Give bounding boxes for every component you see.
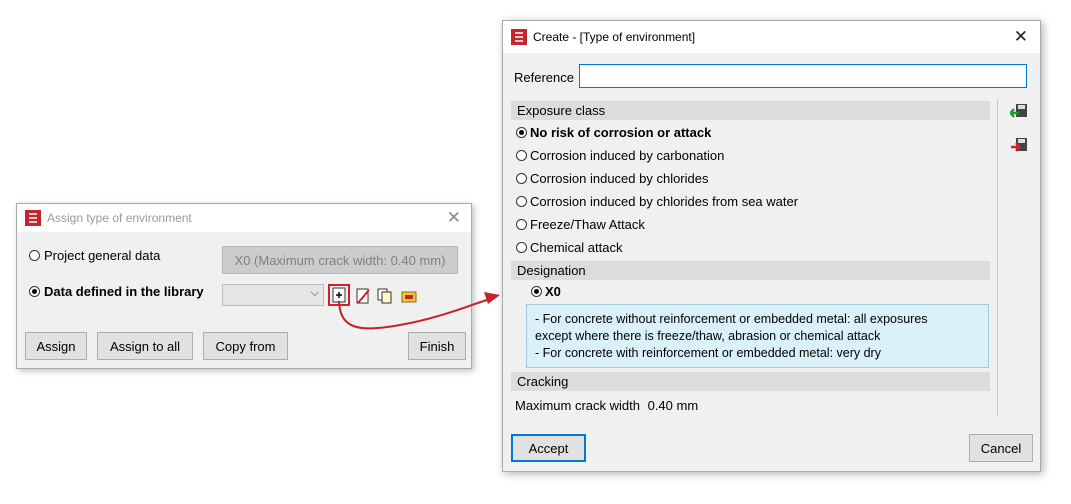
description-line: - For concrete without reinforcement or … [535,312,928,326]
export-icon[interactable] [1010,137,1028,155]
radio-button[interactable] [516,242,527,253]
dialog-title: Create - [Type of environment] [533,30,696,44]
crack-width-value: 0.40 mm [647,398,699,413]
reference-label: Reference [514,70,574,85]
properties-panel: Exposure class No risk of corrosion or a… [511,99,998,417]
description-line: - For concrete with reinforcement or emb… [535,346,881,360]
create-environment-dialog: Create - [Type of environment] ✕ Referen… [502,20,1041,472]
radio-button-selected[interactable] [516,127,527,138]
import-icon[interactable] [1010,103,1028,121]
accept-button[interactable]: Accept [511,434,586,462]
description-line: except where there is freeze/thaw, abras… [535,329,881,343]
exposure-option-label: No risk of corrosion or attack [530,125,712,140]
designation-description-box: - For concrete without reinforcement or … [526,304,989,368]
crack-width-label: Maximum crack width [515,398,640,413]
exposure-option-label: Corrosion induced by chlorides from sea … [530,194,799,209]
app-logo-icon [511,29,527,45]
exposure-class-header: Exposure class [511,101,990,120]
crack-width-row: Maximum crack width 0.40 mm [515,397,698,415]
radio-button-selected[interactable] [531,286,542,297]
radio-button[interactable] [516,173,527,184]
exposure-option-label: Freeze/Thaw Attack [530,217,645,232]
cracking-header: Cracking [511,372,990,391]
designation-label: X0 [545,284,561,299]
designation-header: Designation [511,261,990,280]
dialog-titlebar: Create - [Type of environment] ✕ [503,21,1040,53]
exposure-option-label: Corrosion induced by carbonation [530,148,725,163]
cancel-button[interactable]: Cancel [969,434,1033,462]
close-icon[interactable]: ✕ [1014,27,1028,47]
exposure-option-label: Corrosion induced by chlorides [530,171,709,186]
exposure-option-label: Chemical attack [530,240,623,255]
reference-input[interactable] [579,64,1027,88]
radio-button[interactable] [516,196,527,207]
radio-button[interactable] [516,219,527,230]
radio-button[interactable] [516,150,527,161]
